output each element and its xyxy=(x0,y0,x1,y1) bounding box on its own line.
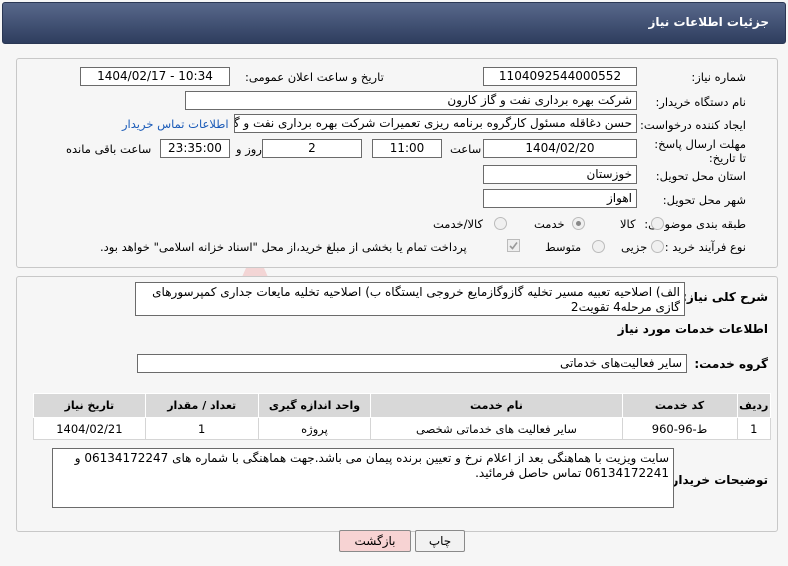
cell-quantity: 1 xyxy=(144,417,259,440)
deadline-time-field[interactable]: 11:00 xyxy=(372,139,442,158)
cell-service-code: ط-96-960 xyxy=(621,417,738,440)
col-row-number: ردیف xyxy=(736,393,772,418)
service-group-label: گروه خدمت: xyxy=(694,357,768,371)
process-option-minor: جزیی xyxy=(621,240,648,254)
col-need-date: تاریخ نیاز xyxy=(33,393,146,418)
deadline-label: مهلت ارسال پاسخ: تا تاریخ: xyxy=(654,137,746,165)
treasury-checkbox[interactable] xyxy=(507,239,520,252)
service-group-field[interactable]: سایر فعالیت‌های خدماتی xyxy=(137,354,687,373)
col-service-name: نام خدمت xyxy=(370,393,623,418)
deadline-time-label: ساعت xyxy=(450,142,482,156)
summary-label: شرح کلی نیاز: xyxy=(682,290,768,304)
days-remaining-field[interactable]: 2 xyxy=(262,139,362,158)
process-radio-minor[interactable] xyxy=(651,240,664,253)
category-option-service: خدمت xyxy=(534,217,565,231)
need-number-field[interactable]: 1104092544000552 xyxy=(483,67,637,86)
province-label: استان محل تحویل: xyxy=(655,169,746,183)
deadline-date-field[interactable]: 1404/02/20 xyxy=(483,139,637,158)
category-radio-service[interactable] xyxy=(572,217,585,230)
category-radio-goods-service[interactable] xyxy=(494,217,507,230)
table-row[interactable]: 1 ط-96-960 سایر فعالیت های خدماتی شخصی پ… xyxy=(33,417,772,440)
cell-unit: پروژه xyxy=(257,417,372,440)
col-service-code: کد خدمت xyxy=(621,393,738,418)
services-table: ردیف کد خدمت نام خدمت واحد اندازه گیری ت… xyxy=(33,393,772,440)
buyer-org-field[interactable]: شرکت بهره برداری نفت و گاز کارون xyxy=(185,91,637,110)
announce-datetime-field[interactable]: 1404/02/17 - 10:34 xyxy=(80,67,230,86)
services-section-title: اطلاعات خدمات مورد نیاز xyxy=(617,322,768,336)
table-header-row: ردیف کد خدمت نام خدمت واحد اندازه گیری ت… xyxy=(33,393,772,418)
cell-service-name: سایر فعالیت های خدماتی شخصی xyxy=(370,417,623,440)
col-quantity: تعداد / مقدار xyxy=(144,393,259,418)
need-number-label: شماره نیاز: xyxy=(691,70,746,84)
buyer-contact-link[interactable]: اطلاعات تماس خریدار xyxy=(122,117,229,131)
remaining-time-field[interactable]: 23:35:00 xyxy=(160,139,230,158)
announce-datetime-label: تاریخ و ساعت اعلان عمومی: xyxy=(245,70,384,84)
creator-label: ایجاد کننده درخواست: xyxy=(640,118,746,132)
province-field[interactable]: خوزستان xyxy=(483,165,637,184)
treasury-note: پرداخت تمام یا بخشی از مبلغ خرید،از محل … xyxy=(100,240,467,254)
process-radio-medium[interactable] xyxy=(592,240,605,253)
process-option-medium: متوسط xyxy=(545,240,582,254)
print-button[interactable]: چاپ xyxy=(415,530,465,552)
buyer-notes-textarea[interactable]: سایت ویزیت با هماهنگی بعد از اعلام نرخ و… xyxy=(52,448,674,508)
check-icon xyxy=(509,242,518,250)
page-header: جزئیات اطلاعات نیاز xyxy=(2,2,786,44)
summary-textarea[interactable]: الف) اصلاحیه تعبیه مسیر تخلیه گازوگازمای… xyxy=(135,282,685,316)
back-button[interactable]: بازگشت xyxy=(339,530,411,552)
category-option-goods-service: کالا/خدمت xyxy=(433,217,484,231)
category-option-goods: کالا xyxy=(620,217,636,231)
creator-field[interactable]: حسن دغاقله مسئول کارگروه برنامه ریزی تعم… xyxy=(234,114,637,133)
page-title: جزئیات اطلاعات نیاز xyxy=(648,15,769,29)
buyer-notes-label: توضیحات خریدار: xyxy=(666,473,768,487)
remaining-time-label: ساعت باقی مانده xyxy=(66,142,152,156)
col-unit: واحد اندازه گیری xyxy=(257,393,372,418)
days-label: روز و xyxy=(236,142,262,156)
city-label: شهر محل تحویل: xyxy=(662,193,746,207)
cell-need-date: 1404/02/21 xyxy=(33,417,146,440)
cell-row-number: 1 xyxy=(736,417,772,440)
process-label: نوع فرآیند خرید : xyxy=(664,240,746,254)
city-field[interactable]: اهواز xyxy=(483,189,637,208)
buyer-org-label: نام دستگاه خریدار: xyxy=(655,95,746,109)
category-radio-goods[interactable] xyxy=(651,217,664,230)
